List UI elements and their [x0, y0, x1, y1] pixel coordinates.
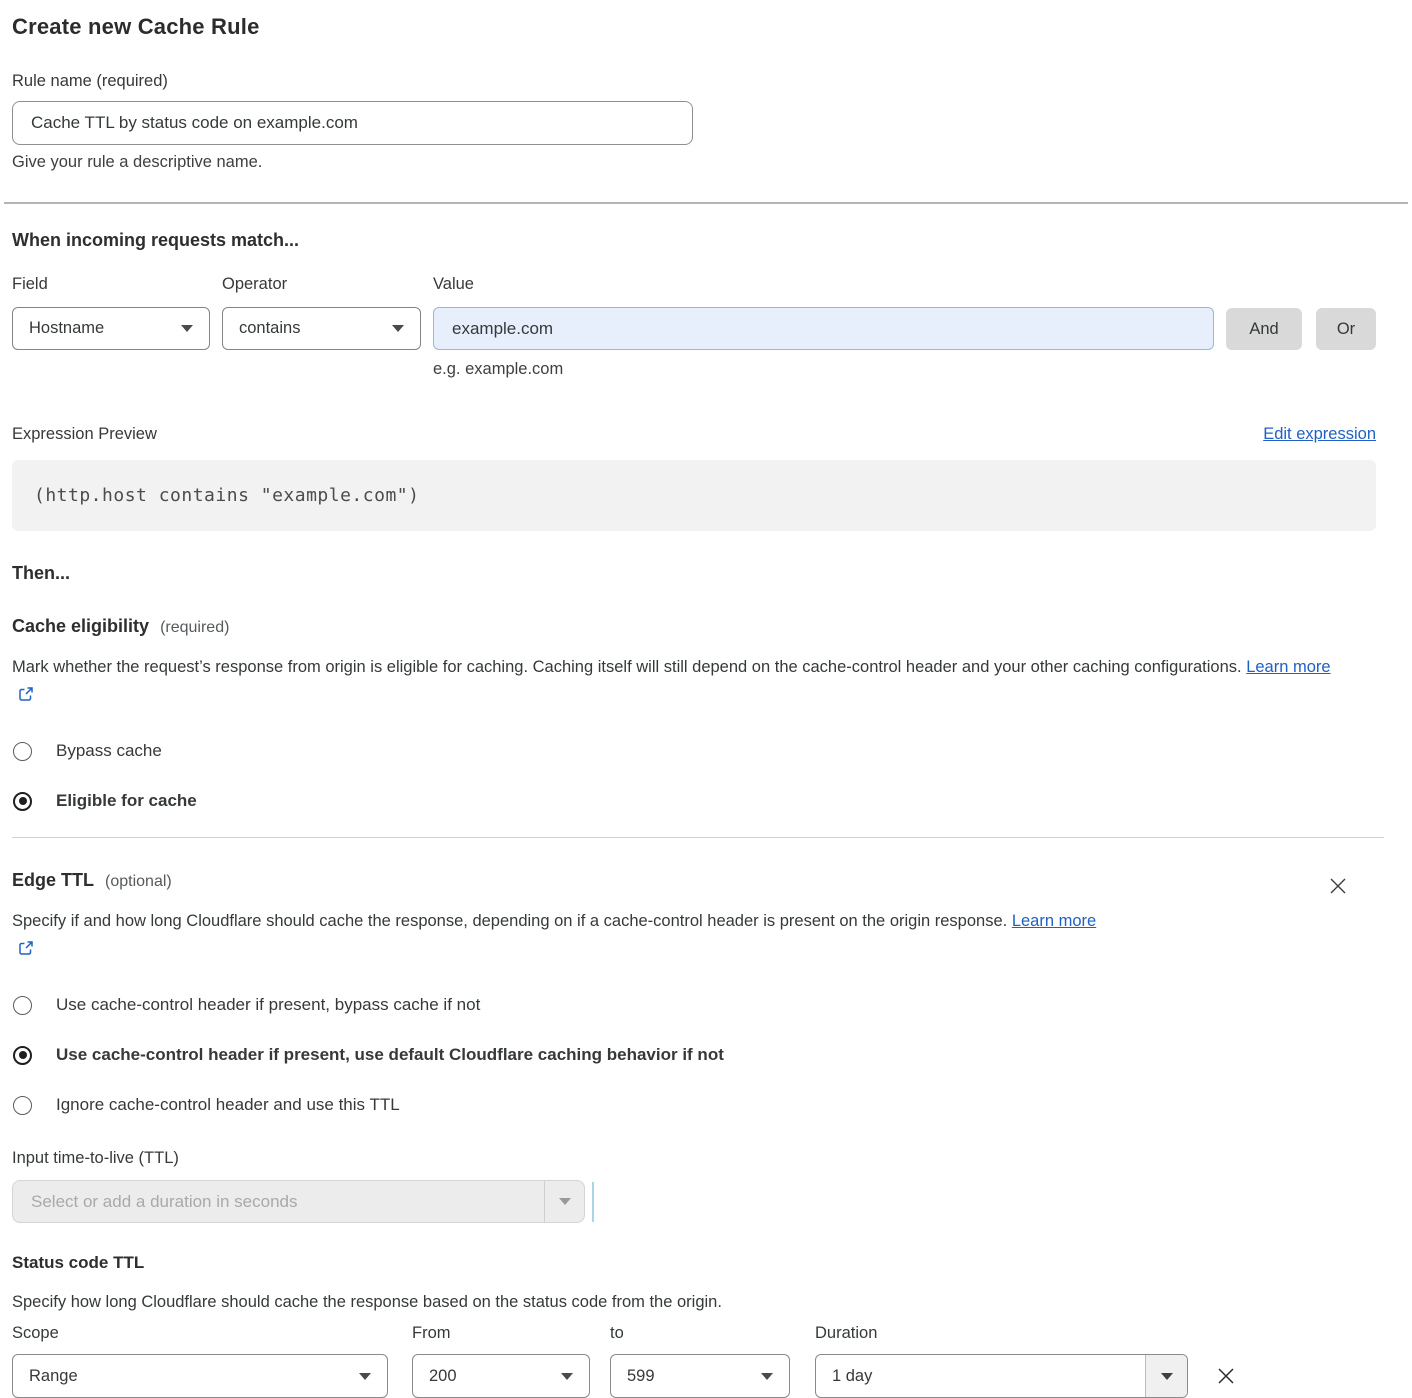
status-code-ttl-description: Specify how long Cloudflare should cache…	[12, 1293, 1376, 1312]
close-icon[interactable]	[1328, 876, 1348, 896]
ttl-select-row: Select or add a duration in seconds	[12, 1180, 1376, 1223]
ttl-duration-select[interactable]: Select or add a duration in seconds	[12, 1180, 585, 1223]
or-button[interactable]: Or	[1316, 308, 1376, 350]
expression-preview-label: Expression Preview	[12, 425, 157, 444]
field-column: Field Hostname	[12, 275, 210, 350]
learn-more-link[interactable]: Learn more	[1012, 912, 1096, 930]
ttl-input-label: Input time-to-live (TTL)	[12, 1149, 179, 1167]
duration-select[interactable]: 1 day	[815, 1354, 1188, 1398]
operator-select[interactable]: contains	[222, 307, 421, 350]
radio-option-eligible-for-cache[interactable]: Eligible for cache	[12, 791, 1376, 811]
chevron-down-icon	[181, 325, 193, 332]
radio-label[interactable]: Eligible for cache	[56, 791, 197, 811]
edge-ttl-description-text: Specify if and how long Cloudflare shoul…	[12, 912, 1012, 930]
from-label: From	[412, 1324, 590, 1343]
expression-code-block: (http.host contains "example.com")	[12, 460, 1376, 531]
cache-eligibility-description: Mark whether the request’s response from…	[12, 653, 1347, 711]
expression-code: (http.host contains "example.com")	[34, 485, 419, 506]
edge-ttl-heading: Edge TTL	[12, 870, 94, 890]
cache-eligibility-header: Cache eligibility (required)	[12, 616, 1376, 637]
operator-label: Operator	[222, 275, 421, 294]
cache-eligibility-description-text: Mark whether the request’s response from…	[12, 658, 1246, 676]
text-cursor-bar	[592, 1182, 594, 1222]
rule-name-help: Give your rule a descriptive name.	[12, 153, 1376, 172]
delete-row-icon[interactable]	[1215, 1335, 1237, 1387]
dropdown-arrow-segment[interactable]	[544, 1181, 584, 1222]
chevron-down-icon	[1161, 1373, 1173, 1380]
match-condition-row: Field Hostname Operator contains Value e…	[12, 275, 1376, 379]
to-select[interactable]: 599	[610, 1354, 790, 1398]
value-input[interactable]	[433, 307, 1214, 350]
to-label: to	[610, 1324, 790, 1343]
connector-buttons: And Or	[1226, 275, 1376, 350]
match-heading: When incoming requests match...	[12, 230, 1376, 251]
field-label: Field	[12, 275, 210, 294]
radio-button[interactable]	[13, 1046, 32, 1065]
from-column: From 200	[412, 1324, 590, 1398]
from-select-value: 200	[429, 1367, 457, 1386]
operator-select-value: contains	[239, 319, 300, 338]
section-divider	[12, 837, 1384, 838]
scope-select[interactable]: Range	[12, 1354, 388, 1398]
scope-column: Scope Range	[12, 1324, 388, 1398]
scope-select-value: Range	[29, 1367, 78, 1386]
chevron-down-icon	[559, 1198, 571, 1205]
chevron-down-icon	[561, 1373, 573, 1380]
edge-ttl-header: Edge TTL (optional)	[12, 870, 1376, 891]
edge-ttl-section: Edge TTL (optional) Specify if and how l…	[12, 870, 1376, 1398]
radio-option-header-default[interactable]: Use cache-control header if present, use…	[12, 1045, 1376, 1065]
chevron-down-icon	[392, 325, 404, 332]
dropdown-arrow-segment[interactable]	[1145, 1355, 1187, 1397]
radio-label[interactable]: Use cache-control header if present, byp…	[56, 995, 480, 1015]
required-tag: (required)	[160, 619, 229, 636]
from-select[interactable]: 200	[412, 1354, 590, 1398]
field-select-value: Hostname	[29, 319, 104, 338]
edit-expression-link[interactable]: Edit expression	[1263, 425, 1376, 444]
radio-button[interactable]	[13, 742, 32, 761]
ttl-duration-placeholder: Select or add a duration in seconds	[13, 1181, 544, 1222]
rule-name-section: Rule name (required) Give your rule a de…	[12, 72, 1376, 172]
radio-option-ignore-header[interactable]: Ignore cache-control header and use this…	[12, 1095, 1376, 1115]
value-help: e.g. example.com	[433, 360, 1214, 379]
radio-option-header-bypass[interactable]: Use cache-control header if present, byp…	[12, 995, 1376, 1015]
then-heading: Then...	[12, 563, 1376, 584]
expression-preview-header: Expression Preview Edit expression	[12, 425, 1376, 444]
section-divider	[4, 202, 1408, 204]
radio-label[interactable]: Ignore cache-control header and use this…	[56, 1095, 400, 1115]
to-select-value: 599	[627, 1367, 655, 1386]
duration-label: Duration	[815, 1324, 1188, 1343]
status-code-ttl-heading: Status code TTL	[12, 1253, 1376, 1273]
page-title: Create new Cache Rule	[12, 14, 1376, 40]
radio-label[interactable]: Use cache-control header if present, use…	[56, 1045, 724, 1065]
status-code-ttl-row: Scope Range From 200 to 599	[12, 1324, 1376, 1398]
radio-option-bypass-cache[interactable]: Bypass cache	[12, 741, 1376, 761]
radio-button[interactable]	[13, 1096, 32, 1115]
radio-button[interactable]	[13, 792, 32, 811]
learn-more-link[interactable]: Learn more	[1246, 658, 1330, 676]
ttl-input-block: Input time-to-live (TTL) Select or add a…	[12, 1149, 1376, 1223]
radio-button[interactable]	[13, 996, 32, 1015]
cache-eligibility-section: Cache eligibility (required) Mark whethe…	[12, 616, 1376, 811]
radio-label[interactable]: Bypass cache	[56, 741, 162, 761]
create-cache-rule-form: Create new Cache Rule Rule name (require…	[0, 0, 1400, 1398]
cache-eligibility-heading: Cache eligibility	[12, 616, 149, 636]
rule-name-input[interactable]	[12, 101, 693, 145]
rule-name-label: Rule name (required)	[12, 72, 168, 90]
value-label: Value	[433, 275, 1214, 294]
external-link-icon	[18, 683, 34, 711]
edge-ttl-description: Specify if and how long Cloudflare shoul…	[12, 907, 1112, 965]
external-link-icon	[18, 937, 34, 965]
to-column: to 599	[610, 1324, 790, 1398]
scope-label: Scope	[12, 1324, 388, 1343]
chevron-down-icon	[761, 1373, 773, 1380]
optional-tag: (optional)	[105, 873, 172, 890]
duration-select-value: 1 day	[816, 1355, 1145, 1397]
field-select[interactable]: Hostname	[12, 307, 210, 350]
chevron-down-icon	[359, 1373, 371, 1380]
operator-column: Operator contains	[222, 275, 421, 350]
value-column: Value e.g. example.com	[433, 275, 1214, 379]
duration-column: Duration 1 day	[815, 1324, 1188, 1398]
and-button[interactable]: And	[1226, 308, 1302, 350]
